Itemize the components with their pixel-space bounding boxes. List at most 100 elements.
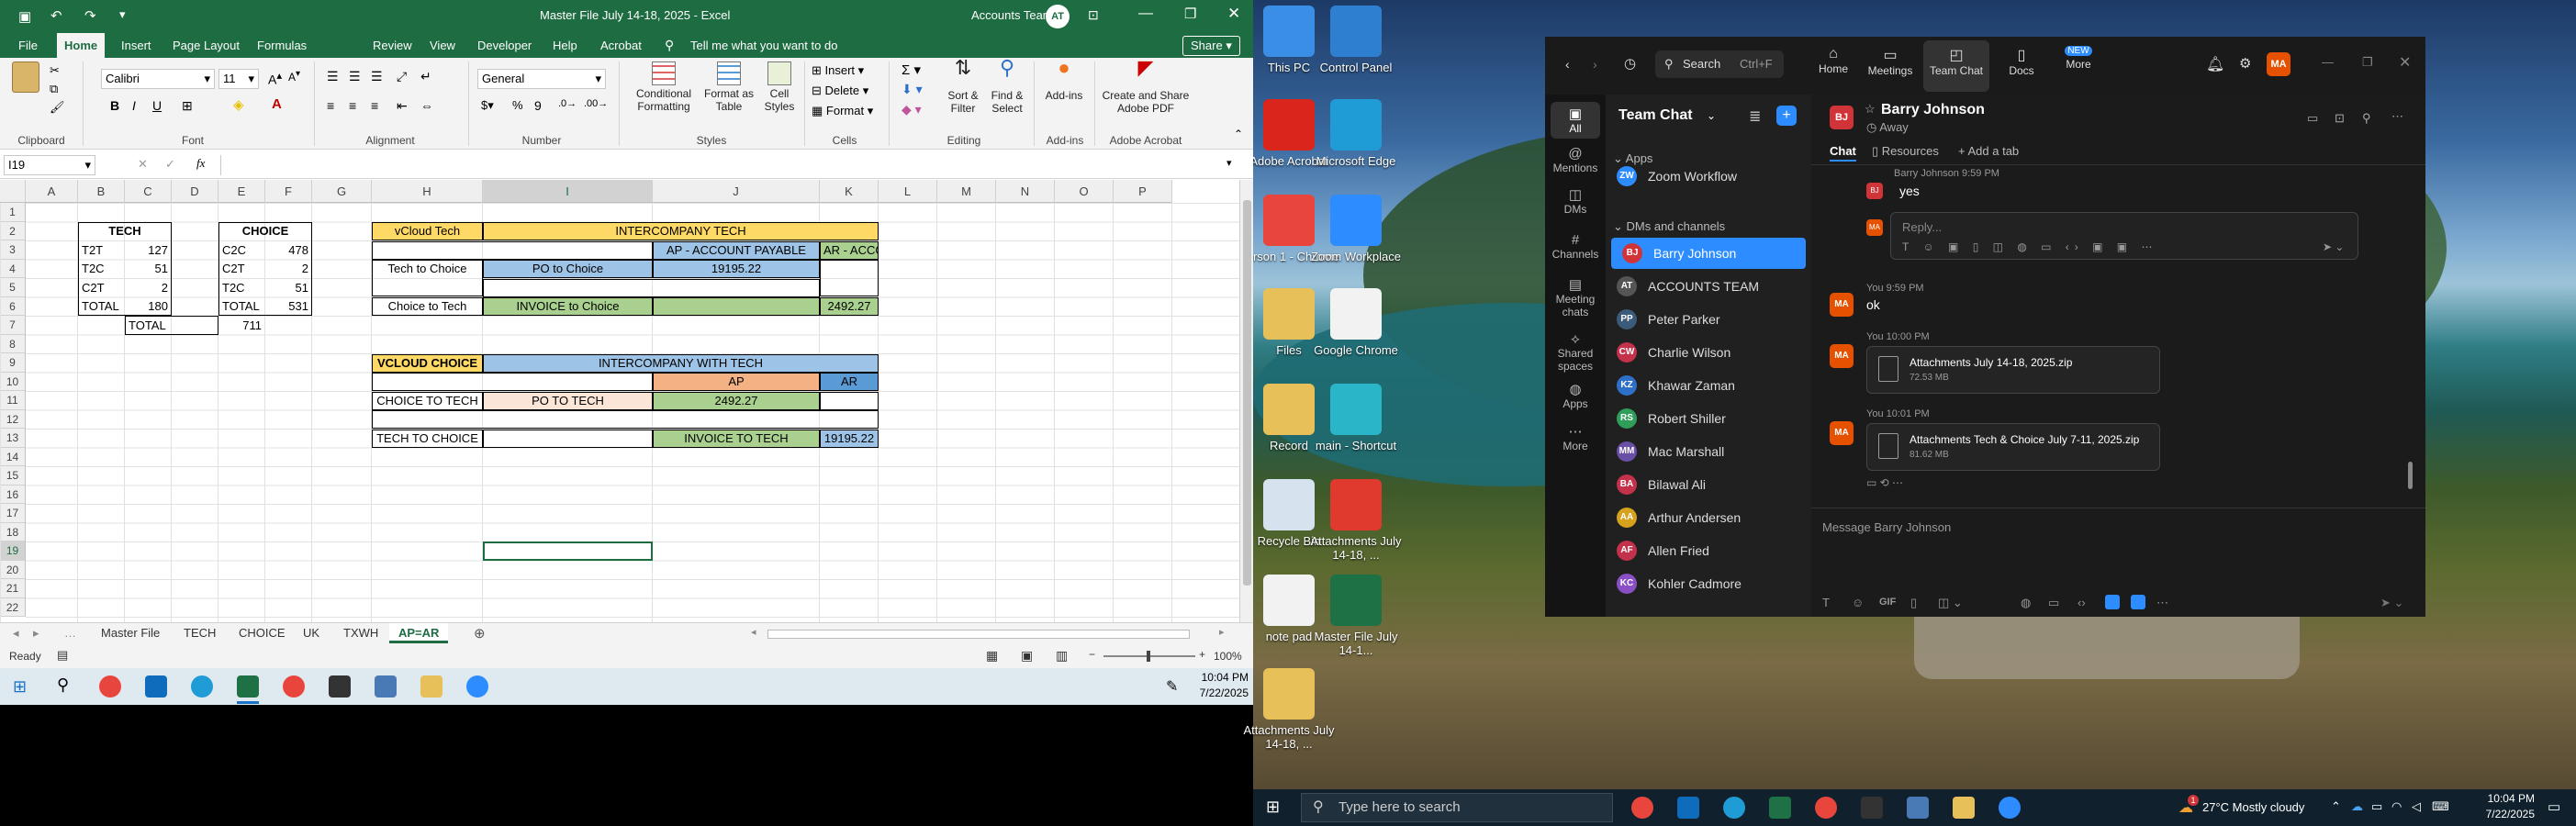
collapse-ribbon-icon[interactable]: ⌃ bbox=[1234, 128, 1243, 140]
column-header[interactable]: F bbox=[265, 180, 312, 203]
ribbon-display-icon[interactable]: ⊡ bbox=[1088, 7, 1099, 23]
zoom-slider[interactable] bbox=[1103, 651, 1195, 662]
section-header[interactable]: INTERCOMPANY TECH bbox=[483, 222, 879, 240]
history-icon[interactable]: ◷ bbox=[1624, 55, 1636, 72]
search-box[interactable]: ⚲ Search Ctrl+F bbox=[1655, 50, 1784, 78]
cell-value[interactable]: 2492.27 bbox=[653, 391, 820, 410]
bell-icon[interactable]: 🔔︎ bbox=[2206, 55, 2224, 73]
more-options-icon[interactable]: ⋯ bbox=[2391, 109, 2403, 124]
column-header[interactable]: B bbox=[78, 180, 125, 203]
wrap-text-icon[interactable]: ↵ bbox=[420, 69, 431, 84]
page-layout-view-icon[interactable]: ▣ bbox=[1021, 648, 1033, 664]
name-box[interactable]: I19 ▾ bbox=[4, 155, 95, 175]
cell-label[interactable]: T2T bbox=[78, 241, 125, 260]
terminal-icon[interactable] bbox=[1861, 797, 1883, 819]
rail-item[interactable]: ◫ DMs bbox=[1545, 186, 1606, 216]
search-icon[interactable]: ⚲ bbox=[2362, 111, 2371, 126]
clock-date[interactable]: 7/22/2025 bbox=[2474, 808, 2535, 820]
desktop-icon[interactable]: main - Shortcut bbox=[1305, 384, 1407, 452]
windows-start-icon[interactable]: ⊞ bbox=[1266, 798, 1280, 817]
volume-icon[interactable]: ◁ bbox=[2412, 799, 2421, 814]
confirm-entry-icon[interactable]: ✓ bbox=[165, 157, 175, 172]
cancel-entry-icon[interactable]: ✕ bbox=[138, 157, 148, 172]
clock-date[interactable]: 7/22/2025 bbox=[1199, 686, 1249, 699]
font-name-select[interactable]: Calibri ▾ bbox=[101, 69, 215, 89]
send-icon[interactable]: ➤ ⌄ bbox=[2323, 240, 2344, 253]
chat-list-item[interactable]: CW Charlie Wilson bbox=[1606, 337, 1811, 368]
scroll-right-icon[interactable]: ▸ bbox=[33, 626, 39, 641]
paste-button[interactable] bbox=[9, 61, 42, 93]
row-header[interactable]: 22 bbox=[0, 597, 26, 617]
close-icon[interactable]: ✕ bbox=[2399, 53, 2411, 72]
empty-cell[interactable] bbox=[372, 240, 653, 260]
currency-icon[interactable]: $▾ bbox=[481, 98, 494, 113]
cell-label[interactable]: C2T bbox=[78, 279, 125, 297]
empty-cell[interactable] bbox=[483, 429, 653, 448]
fill-icon[interactable]: ⬇ ▾ bbox=[902, 82, 923, 97]
rail-item[interactable]: ⟡ Shared spaces bbox=[1545, 331, 1606, 373]
tab-view[interactable]: View bbox=[422, 33, 463, 58]
tell-me-search[interactable]: Tell me what you want to do bbox=[690, 39, 837, 52]
chat-list-item[interactable]: ZW Zoom Workflow bbox=[1606, 161, 1811, 192]
spreadsheet-grid[interactable]: A B C D E F G H I J K L M N O P 1 2 3 4 5 6 7 8 9 10 11 12 13 14 15 16 1… bbox=[0, 180, 1239, 622]
align-middle-icon[interactable]: ☰ bbox=[349, 69, 361, 84]
filter-icon[interactable]: ≣ bbox=[1749, 107, 1761, 126]
weather-text[interactable]: 27°C Mostly cloudy bbox=[2202, 800, 2304, 814]
sheet-tab-master-file[interactable]: Master File bbox=[92, 623, 169, 643]
column-header[interactable]: K bbox=[820, 180, 879, 203]
tab-home[interactable]: Home bbox=[57, 33, 106, 58]
chevron-up-icon[interactable]: ⌃ bbox=[2331, 799, 2341, 814]
cell-label[interactable]: T2C bbox=[78, 260, 125, 278]
send-icon[interactable]: ➤ ⌄ bbox=[2380, 596, 2403, 610]
more-options-icon[interactable]: ⋯ bbox=[2156, 596, 2168, 610]
sheet-tab-txwh[interactable]: TXWH bbox=[334, 623, 387, 643]
bold-icon[interactable]: B bbox=[110, 98, 119, 113]
nav-meetings[interactable]: ▭ Meetings bbox=[1863, 46, 1918, 77]
column-header[interactable]: C bbox=[125, 180, 172, 203]
row-header[interactable]: 14 bbox=[0, 447, 26, 466]
maximize-icon[interactable]: ❐ bbox=[1184, 6, 1196, 22]
cell-value[interactable]: 127 bbox=[125, 241, 172, 260]
empty-cell[interactable] bbox=[653, 297, 820, 316]
cell-label[interactable]: T2C bbox=[218, 279, 265, 297]
row-header[interactable]: 6 bbox=[0, 296, 26, 316]
row-header[interactable]: 5 bbox=[0, 278, 26, 297]
tab-formulas[interactable]: Formulas bbox=[250, 33, 314, 58]
tab-add[interactable]: + Add a tab bbox=[1958, 144, 2019, 158]
screenshot-icon[interactable]: ◫ ⌄ bbox=[1938, 596, 1963, 610]
cell-label[interactable]: C2C bbox=[218, 241, 265, 260]
undo-icon[interactable]: ↶ bbox=[50, 7, 62, 24]
row-header[interactable]: 9 bbox=[0, 353, 26, 373]
account-name[interactable]: Accounts Team bbox=[971, 8, 1053, 22]
share-button[interactable]: Share ▾ bbox=[1182, 36, 1240, 56]
cell[interactable]: PO TO TECH bbox=[483, 391, 653, 410]
cell[interactable]: INVOICE to Choice bbox=[483, 297, 653, 316]
row-header[interactable]: 15 bbox=[0, 466, 26, 486]
minimize-icon[interactable]: — bbox=[1138, 6, 1153, 22]
desktop-icon[interactable]: Zoom Workplace bbox=[1305, 195, 1407, 263]
format-text-icon[interactable]: T bbox=[1822, 596, 1830, 609]
sheet-tab-choice[interactable]: CHOICE bbox=[230, 623, 295, 643]
minimize-icon[interactable]: — bbox=[2322, 55, 2334, 69]
tab-resources[interactable]: ▯ Resources bbox=[1872, 144, 1939, 159]
close-icon[interactable]: ✕ bbox=[1227, 5, 1240, 23]
increase-font-icon[interactable]: A▴ bbox=[268, 69, 282, 87]
microphone-icon[interactable]: ◍ bbox=[2021, 596, 2031, 610]
create-pdf-button[interactable]: ◤ Create and Share Adobe PDF bbox=[1098, 58, 1193, 116]
align-center-icon[interactable]: ≡ bbox=[349, 98, 356, 113]
forward-icon[interactable]: › bbox=[1593, 57, 1597, 72]
select-all-corner[interactable] bbox=[0, 180, 26, 203]
tab-help[interactable]: Help bbox=[545, 33, 585, 58]
file-attachment[interactable]: Attachments July 14-18, 2025.zip 72.53 M… bbox=[1866, 346, 2160, 394]
weather-icon[interactable]: ☁ bbox=[2178, 798, 2193, 817]
cell-value[interactable]: 711 bbox=[172, 317, 265, 335]
sheet-tab-ap-ar[interactable]: AP=AR bbox=[389, 623, 449, 643]
row-header[interactable]: 17 bbox=[0, 504, 26, 523]
column-title[interactable]: AR - ACCOUNT RECEIVABLE bbox=[820, 240, 879, 260]
fx-label[interactable]: fx bbox=[196, 156, 205, 171]
autosum-icon[interactable]: Σ ▾ bbox=[902, 61, 921, 78]
excel-icon[interactable] bbox=[237, 675, 259, 698]
borders-icon[interactable]: ⊞ bbox=[182, 98, 193, 114]
gif-button[interactable]: GIF bbox=[1879, 597, 1896, 608]
new-chat-button[interactable]: + bbox=[1776, 106, 1797, 126]
